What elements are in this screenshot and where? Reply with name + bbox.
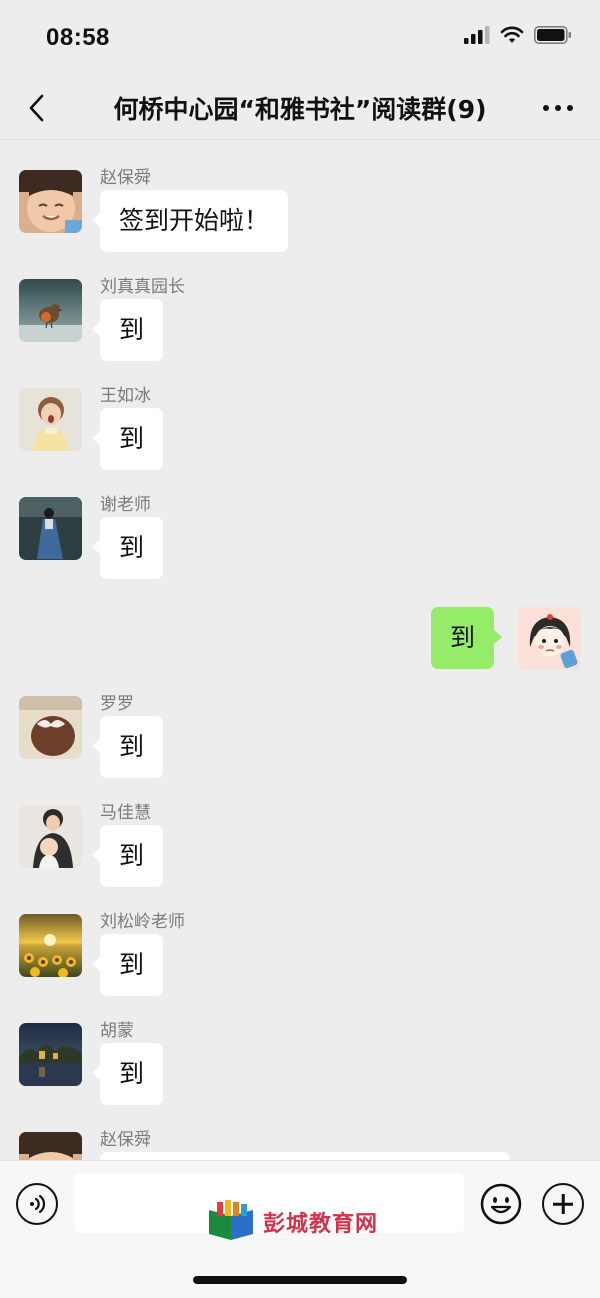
watermark-text: 彭城教育网 [263, 1212, 379, 1237]
sender-name: 王如冰 [100, 386, 151, 406]
message-bubble[interactable]: 到 [91, 825, 164, 887]
voice-input-button[interactable] [16, 1183, 58, 1225]
more-dot-icon [555, 105, 561, 111]
cartoon-girl-avatar[interactable] [518, 607, 581, 670]
more-functions-button[interactable] [542, 1183, 584, 1225]
message-bubble[interactable]: 到 [91, 408, 164, 470]
battery-icon [534, 26, 571, 44]
sender-name: 刘真真园长 [100, 277, 185, 297]
voice-icon [30, 1194, 46, 1214]
status-time: 08:58 [46, 24, 110, 51]
message-bubble[interactable]: 签到开始啦！ [91, 190, 289, 252]
sender-name: 胡蒙 [100, 1021, 134, 1041]
more-dot-icon [543, 105, 549, 111]
chevron-left-icon [29, 94, 44, 122]
night-lake-avatar[interactable] [19, 1023, 82, 1086]
sender-name: 罗罗 [100, 694, 134, 714]
sender-name: 刘松岭老师 [100, 912, 185, 932]
more-dot-icon [567, 105, 573, 111]
watermark-logo: 彭城教育网 [205, 1200, 378, 1244]
boy-photo-avatar[interactable] [19, 1132, 82, 1160]
wifi-icon [500, 26, 524, 43]
sender-name: 赵保舜 [100, 168, 151, 188]
sender-name: 赵保舜 [100, 1130, 151, 1150]
more-options-button[interactable] [538, 90, 578, 126]
status-bar: 08:58 [0, 0, 600, 76]
emoji-button[interactable] [480, 1183, 522, 1225]
message-bubble[interactable]: 到 [91, 716, 164, 778]
smiley-icon [480, 1183, 522, 1225]
status-icons [464, 26, 572, 44]
chat-title: 何桥中心园“和雅书社”阅读群(9) [113, 95, 487, 124]
back-button[interactable] [18, 90, 54, 126]
boy-photo-avatar[interactable] [19, 170, 82, 233]
chat-message-list[interactable]: 赵保舜 签到开始啦！ 刘真真园长 到 王如冰 到 谢老师 到 到 罗罗 到 马佳… [0, 141, 600, 1160]
robin-bird-avatar[interactable] [19, 279, 82, 342]
home-indicator [193, 1276, 407, 1284]
own-message-bubble[interactable]: 到 [431, 607, 503, 669]
woman-in-blue-dress-avatar[interactable] [19, 497, 82, 560]
message-bubble[interactable] [100, 1152, 510, 1160]
hair-bow-avatar[interactable] [19, 696, 82, 759]
signal-icon [464, 26, 490, 44]
book-logo-icon [209, 1200, 253, 1240]
sunflower-sunset-avatar[interactable] [19, 914, 82, 977]
message-bubble[interactable]: 到 [91, 934, 164, 996]
message-bubble[interactable]: 到 [91, 299, 164, 361]
message-bubble[interactable]: 到 [91, 517, 164, 579]
nav-bar: 何桥中心园“和雅书社”阅读群(9) [0, 76, 600, 140]
sender-name: 马佳慧 [100, 803, 151, 823]
mother-and-baby-avatar[interactable] [19, 805, 82, 868]
little-girl-avatar[interactable] [19, 388, 82, 451]
sender-name: 谢老师 [100, 495, 151, 515]
message-bubble[interactable]: 到 [91, 1043, 164, 1105]
